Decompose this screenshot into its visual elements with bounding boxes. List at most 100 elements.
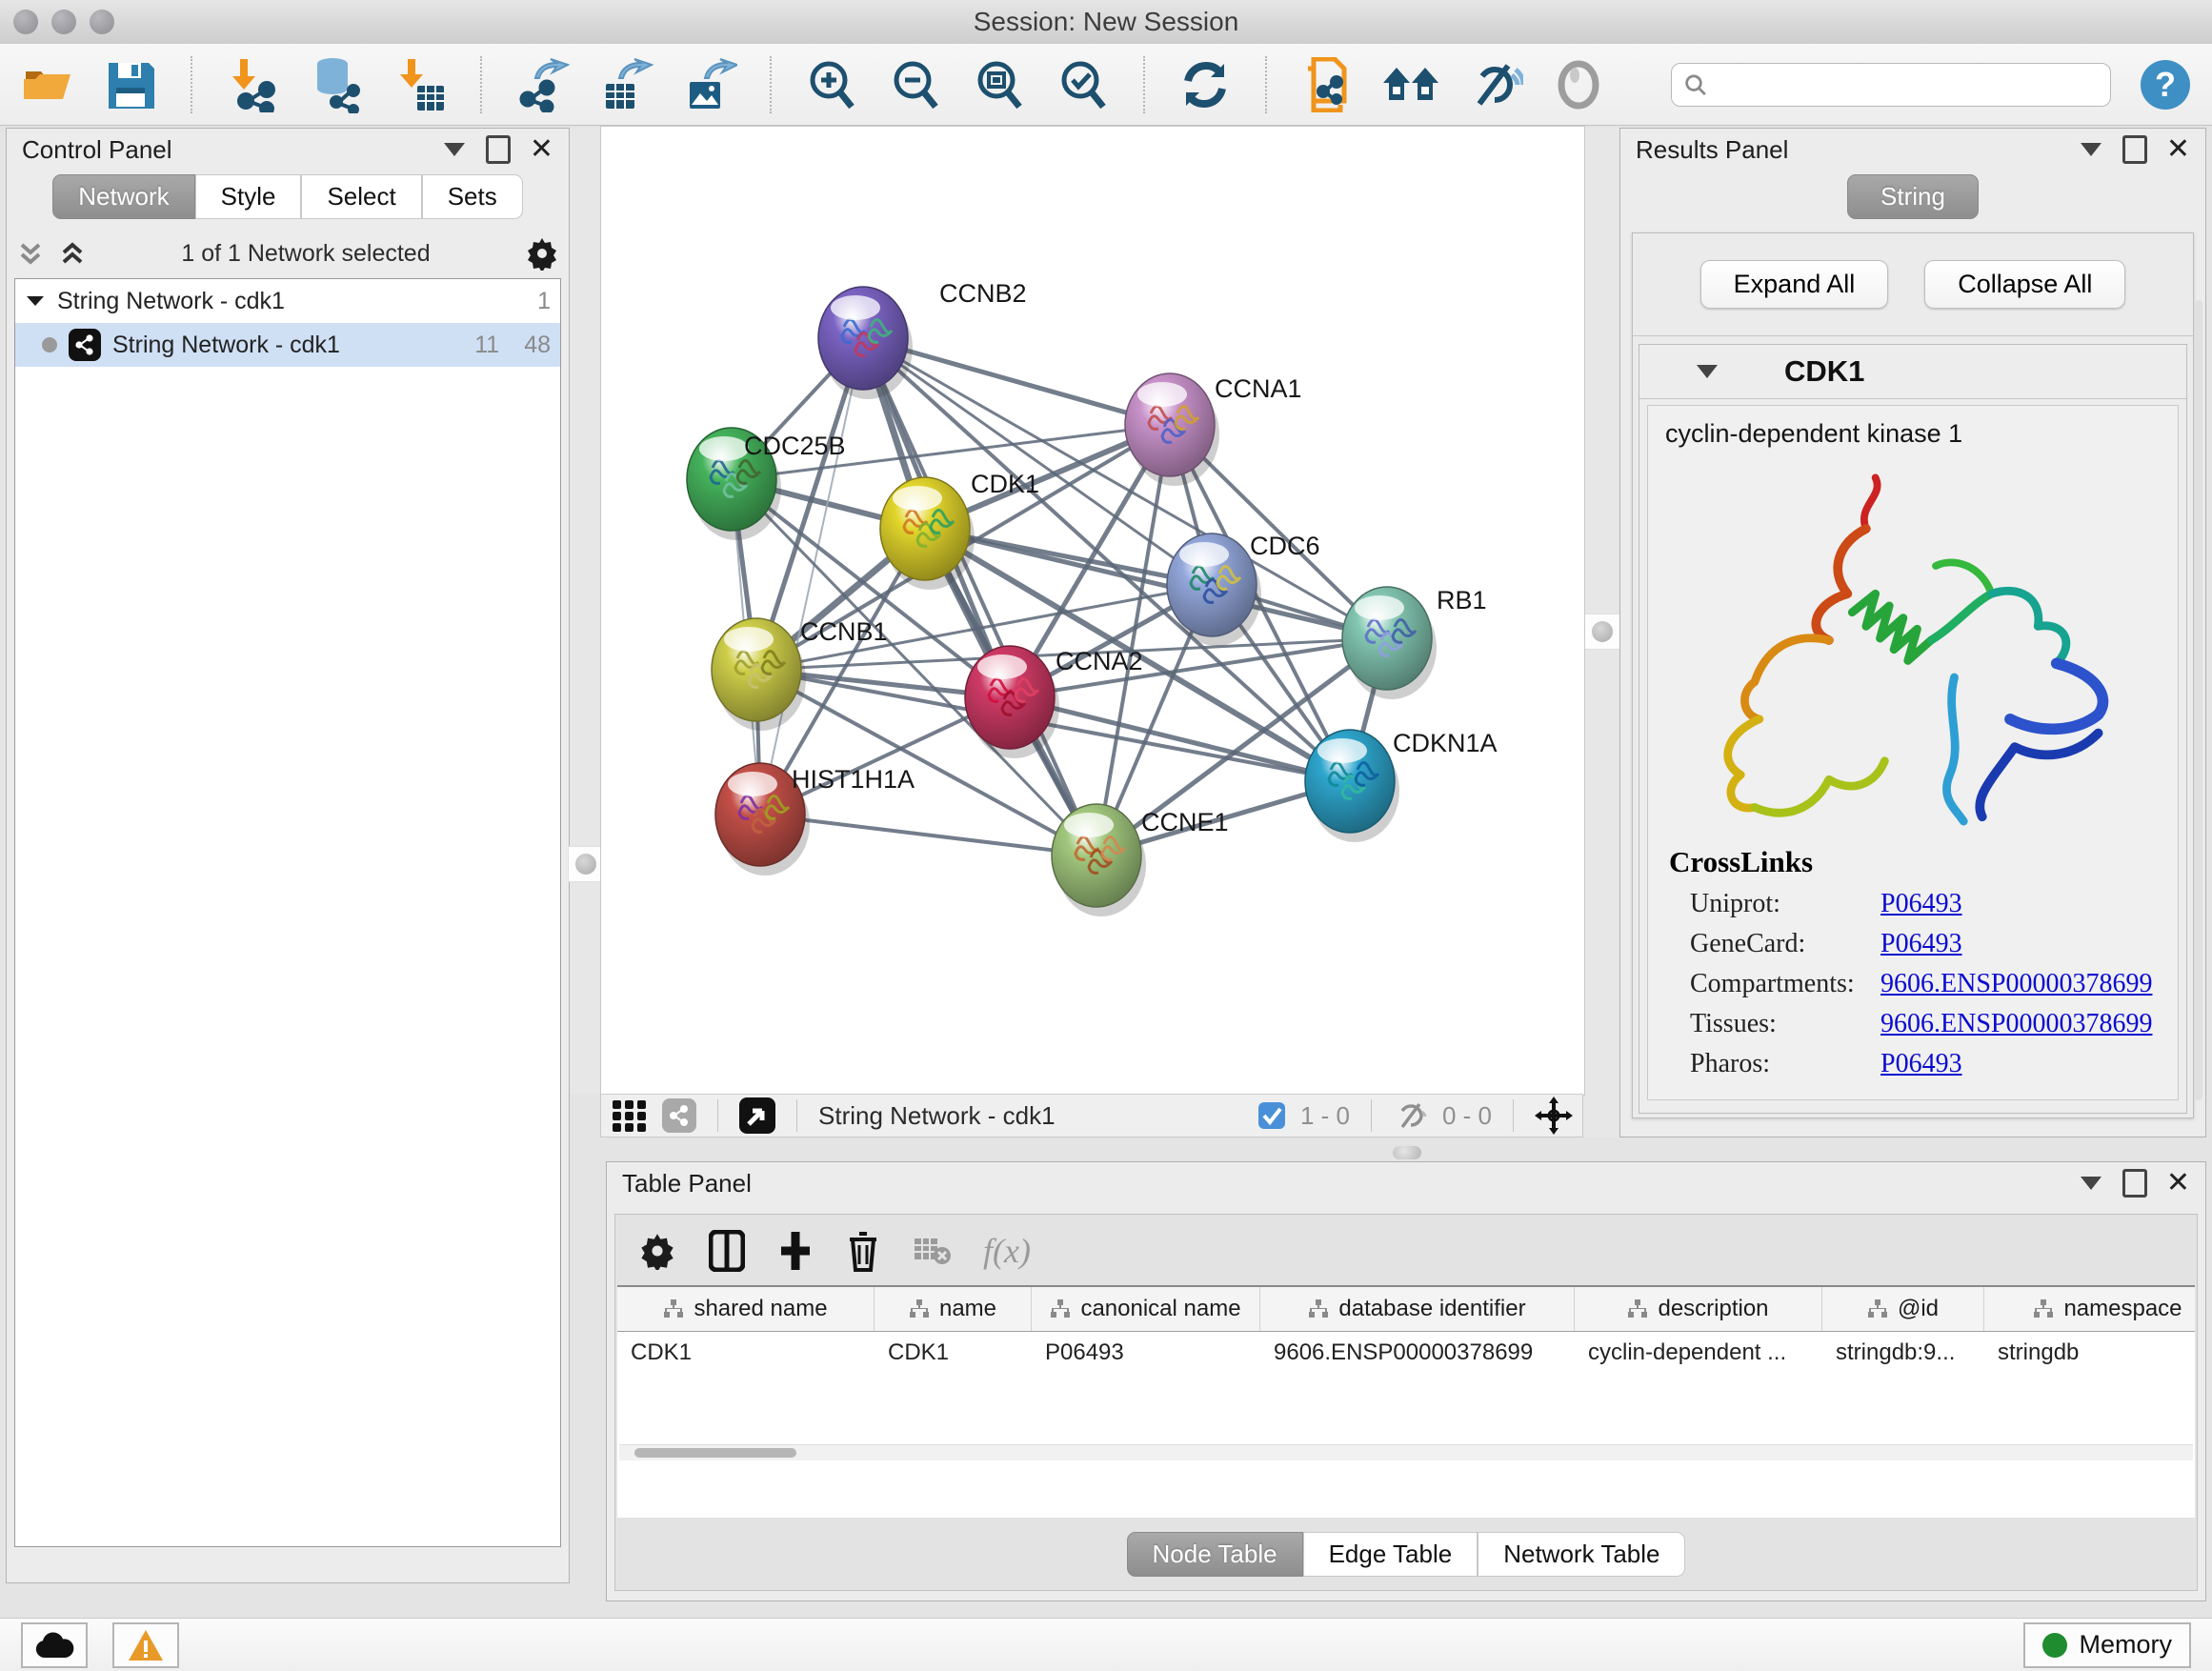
zoom-fit-icon[interactable] bbox=[970, 55, 1029, 114]
table-row[interactable]: CDK1CDK1P064939606.ENSP00000378699cyclin… bbox=[617, 1332, 2195, 1374]
column-header-namespace[interactable]: namespace bbox=[1984, 1287, 2195, 1331]
show-columns-icon[interactable] bbox=[709, 1230, 745, 1272]
expand-all-button[interactable]: Expand All bbox=[1700, 260, 1889, 309]
float-panel-icon[interactable] bbox=[486, 135, 511, 164]
bottom-splitter-handle[interactable] bbox=[1393, 1146, 1421, 1159]
tab-edge-table[interactable]: Edge Table bbox=[1303, 1532, 1478, 1577]
column-header-database-identifier[interactable]: database identifier bbox=[1260, 1287, 1575, 1331]
string-share-icon[interactable] bbox=[662, 1098, 696, 1133]
tab-string[interactable]: String bbox=[1847, 174, 1979, 219]
float-panel-icon[interactable] bbox=[2122, 135, 2147, 164]
cell-shared-name[interactable]: CDK1 bbox=[617, 1339, 875, 1366]
right-splitter-handle[interactable] bbox=[1584, 614, 1620, 650]
refresh-icon[interactable] bbox=[1176, 55, 1235, 114]
crosslink-link[interactable]: P06493 bbox=[1880, 1049, 2161, 1079]
tree-expand-icon[interactable] bbox=[25, 291, 46, 312]
float-panel-icon[interactable] bbox=[2122, 1169, 2147, 1198]
network-collection-row[interactable]: String Network - cdk1 1 bbox=[15, 279, 560, 323]
memory-button[interactable]: Memory bbox=[2023, 1622, 2191, 1668]
column-header-shared-name[interactable]: shared name bbox=[617, 1287, 875, 1331]
collapse-panel-icon[interactable] bbox=[444, 143, 465, 156]
scrollbar-thumb[interactable] bbox=[634, 1448, 796, 1458]
cell-description[interactable]: cyclin-dependent ... bbox=[1575, 1339, 1822, 1366]
export-network-icon[interactable] bbox=[513, 55, 572, 114]
crosslink-link[interactable]: 9606.ENSP00000378699 bbox=[1880, 1009, 2161, 1039]
network-canvas[interactable]: CCNB2CCNA1CDC25BCDK1CDC6RB1CCNB1CCNA2CDK… bbox=[600, 126, 1585, 1096]
column-header-description[interactable]: description bbox=[1575, 1287, 1822, 1331]
selected-checkbox-icon[interactable] bbox=[1257, 1100, 1287, 1131]
clone-network-icon[interactable] bbox=[1297, 55, 1357, 114]
crosslink-link[interactable]: 9606.ENSP00000378699 bbox=[1880, 969, 2161, 999]
birdseye-view-icon[interactable] bbox=[739, 1097, 775, 1134]
show-hidden-eye-icon[interactable] bbox=[1549, 55, 1608, 114]
import-table-file-icon[interactable] bbox=[391, 55, 450, 114]
add-column-icon[interactable] bbox=[777, 1230, 814, 1272]
node-CCNB2[interactable] bbox=[818, 287, 913, 399]
cell-namespace[interactable]: stringdb bbox=[1984, 1339, 2195, 1366]
cell-@id[interactable]: stringdb:9... bbox=[1822, 1339, 1984, 1366]
gene-collapse-icon[interactable] bbox=[1697, 365, 1718, 378]
tab-network-table[interactable]: Network Table bbox=[1478, 1532, 1685, 1577]
hide-selected-eye-icon[interactable] bbox=[1465, 55, 1524, 114]
save-session-icon[interactable] bbox=[101, 55, 160, 114]
zoom-out-icon[interactable] bbox=[886, 55, 945, 114]
expand-all-icon[interactable] bbox=[58, 239, 87, 268]
grid-view-icon[interactable] bbox=[611, 1097, 649, 1135]
tab-network[interactable]: Network bbox=[52, 174, 194, 219]
search-input[interactable] bbox=[1716, 69, 2099, 100]
tab-style[interactable]: Style bbox=[195, 174, 302, 219]
column-header-canonical-name[interactable]: canonical name bbox=[1032, 1287, 1260, 1331]
results-scrollbar[interactable] bbox=[2195, 300, 2202, 1100]
node-CCNE1[interactable] bbox=[1052, 804, 1146, 916]
column-header-name[interactable]: name bbox=[875, 1287, 1032, 1331]
crosslink-row: GeneCard:P06493 bbox=[1690, 929, 2161, 959]
node-CCNA2[interactable] bbox=[965, 646, 1059, 758]
cell-database-identifier[interactable]: 9606.ENSP00000378699 bbox=[1260, 1339, 1575, 1366]
export-image-icon[interactable] bbox=[680, 55, 739, 114]
tab-node-table[interactable]: Node Table bbox=[1127, 1532, 1303, 1577]
edge-HIST1H1A-CCNE1[interactable] bbox=[760, 815, 1096, 856]
tab-select[interactable]: Select bbox=[301, 174, 421, 219]
edge-CCNB2-HIST1H1A[interactable] bbox=[760, 338, 863, 815]
collapse-panel-icon[interactable] bbox=[2081, 143, 2101, 156]
delete-column-icon[interactable] bbox=[846, 1230, 880, 1272]
table-gear-icon[interactable] bbox=[638, 1232, 676, 1270]
collapse-all-icon[interactable] bbox=[16, 239, 45, 268]
collapse-all-button[interactable]: Collapse All bbox=[1924, 260, 2125, 309]
export-table-icon[interactable] bbox=[596, 55, 655, 114]
node-table[interactable]: shared namenamecanonical namedatabase id… bbox=[617, 1285, 2195, 1518]
open-session-icon[interactable] bbox=[17, 55, 76, 114]
network-row[interactable]: String Network - cdk1 11 48 bbox=[15, 323, 560, 367]
search-box[interactable] bbox=[1671, 63, 2111, 107]
import-network-database-icon[interactable] bbox=[307, 55, 366, 114]
cloud-button[interactable] bbox=[21, 1622, 88, 1668]
close-panel-icon[interactable]: ✕ bbox=[530, 135, 553, 164]
node-CDK1[interactable] bbox=[880, 477, 975, 590]
collapse-panel-icon[interactable] bbox=[2081, 1177, 2101, 1190]
close-panel-icon[interactable]: ✕ bbox=[2166, 135, 2190, 164]
cell-name[interactable]: CDK1 bbox=[875, 1339, 1032, 1366]
hidden-eye-icon[interactable] bbox=[1393, 1100, 1429, 1131]
zoom-selected-icon[interactable] bbox=[1054, 55, 1113, 114]
tab-sets[interactable]: Sets bbox=[422, 174, 523, 219]
help-icon[interactable]: ? bbox=[2136, 55, 2195, 114]
crosslink-link[interactable]: P06493 bbox=[1880, 929, 2161, 959]
left-splitter-handle[interactable] bbox=[568, 846, 604, 882]
close-panel-icon[interactable]: ✕ bbox=[2166, 1169, 2190, 1198]
gene-card-header[interactable]: CDK1 bbox=[1639, 345, 2186, 399]
node-CCNA1[interactable] bbox=[1125, 373, 1219, 486]
node-RB1[interactable] bbox=[1342, 587, 1437, 699]
gear-icon[interactable] bbox=[525, 236, 559, 271]
zoom-in-icon[interactable] bbox=[802, 55, 861, 114]
import-network-file-icon[interactable] bbox=[223, 55, 282, 114]
left-splitter[interactable] bbox=[570, 128, 600, 1094]
network-overview-home-icon[interactable] bbox=[1381, 55, 1440, 114]
column-header-@id[interactable]: @id bbox=[1822, 1287, 1984, 1331]
warning-button[interactable] bbox=[112, 1622, 179, 1668]
node-CDKN1A[interactable] bbox=[1305, 730, 1399, 842]
cell-canonical-name[interactable]: P06493 bbox=[1032, 1339, 1260, 1366]
crosslink-link[interactable]: P06493 bbox=[1880, 889, 2161, 919]
pan-crosshair-icon[interactable] bbox=[1535, 1097, 1573, 1135]
node-CCNB1[interactable] bbox=[712, 618, 806, 731]
table-horizontal-scrollbar[interactable] bbox=[619, 1444, 2193, 1460]
